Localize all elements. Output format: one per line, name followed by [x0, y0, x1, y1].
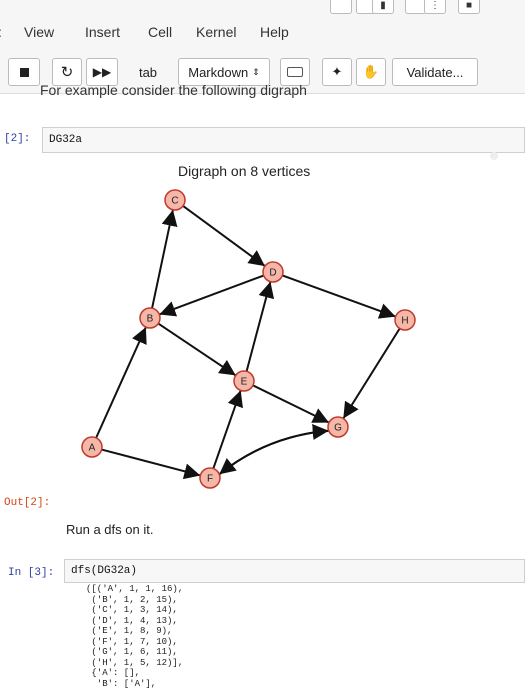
edge-E-D — [245, 281, 275, 372]
menu-item-edge: : — [0, 24, 2, 40]
stop-button[interactable] — [8, 58, 40, 86]
grid-icon[interactable]: ⋮ — [424, 0, 446, 14]
tab-label: tab — [138, 64, 158, 80]
menu-insert[interactable]: Insert — [85, 24, 120, 40]
output-line: ('E', 1, 8, 9), — [86, 626, 173, 636]
edge-A-F — [101, 448, 201, 480]
code-text: DG32a — [49, 134, 83, 146]
output-line: {'A': [], — [86, 668, 141, 678]
cell-dot — [490, 152, 498, 160]
magic-button[interactable]: ✦ — [322, 58, 352, 86]
stop-icon — [19, 67, 29, 77]
menubar: : View Insert Cell Kernel Help — [0, 14, 525, 52]
node-label-G: G — [334, 423, 342, 434]
output-line: 'B': ['A'], — [86, 678, 157, 689]
output-line: ('G', 1, 6, 11), — [86, 647, 178, 657]
output-line: ('F', 1, 7, 10), — [86, 636, 178, 647]
node-label-E: E — [241, 377, 248, 388]
edge-E-G — [252, 384, 330, 424]
code-text: dfs(DG32a) — [71, 565, 138, 577]
output-line: ('C', 1, 3, 14), — [86, 605, 178, 615]
digraph-plot: A B C D E F G H — [81, 189, 416, 489]
node-label-B: B — [147, 314, 154, 325]
edge-C-D — [182, 205, 266, 267]
output-line: ('B', 1, 2, 15), — [86, 594, 178, 605]
top-icon-strip: ▮ ⋮ ■ — [0, 0, 525, 14]
menu-help[interactable]: Help — [260, 24, 289, 40]
edge-B-C — [151, 209, 178, 309]
code-cell-3[interactable]: dfs(DG32a) — [64, 559, 525, 583]
magic-wand-icon: ✦ — [331, 64, 343, 79]
cell-type-value: Markdown — [188, 64, 249, 80]
edge-F-E — [212, 390, 243, 469]
graph-nodes: A B C D E F G H — [81, 189, 416, 489]
out-prompt-2: Out[2]: — [4, 497, 51, 509]
fast-forward-icon: ▶▶ — [92, 65, 112, 79]
markdown-text: Run a dfs on it. — [66, 522, 154, 537]
edge-B-E — [157, 322, 237, 377]
graph-edges — [95, 205, 401, 480]
edge-G-F — [218, 429, 329, 476]
node-label-A: A — [89, 443, 96, 454]
output-line: ([('A', 1, 1, 16), — [86, 584, 184, 594]
plot-title: Digraph on 8 vertices — [178, 163, 311, 179]
in-prompt-3: In [3]: — [8, 567, 55, 579]
refresh-icon: ↻ — [60, 64, 74, 81]
validate-label: Validate... — [406, 64, 464, 80]
edge-H-G — [342, 327, 401, 420]
code-cell-2[interactable]: DG32a — [42, 127, 525, 153]
validate-button[interactable]: Validate... — [392, 58, 478, 86]
node-label-H: H — [401, 316, 408, 327]
print-icon[interactable]: ■ — [458, 0, 480, 14]
menu-kernel[interactable]: Kernel — [196, 24, 236, 40]
node-label-C: C — [171, 196, 178, 207]
icon-button[interactable] — [330, 0, 352, 14]
hand-icon: ✋ — [362, 64, 380, 79]
keyboard-icon — [287, 67, 303, 77]
node-label-F: F — [207, 474, 213, 485]
markdown-text-truncated: For example consider the following digra… — [40, 82, 307, 98]
hand-button[interactable]: ✋ — [356, 58, 386, 86]
in-prompt-2: [2]: — [4, 133, 31, 145]
output-line: ('H', 1, 5, 12)], — [86, 657, 184, 668]
edge-A-B — [95, 326, 147, 439]
output-line: ('D', 1, 4, 13), — [86, 615, 178, 626]
chart-icon[interactable]: ▮ — [372, 0, 394, 14]
chevron-updown-icon: ⇕ — [252, 66, 260, 77]
edge-F-G — [218, 424, 329, 476]
edge-D-H — [282, 274, 396, 319]
node-label-D: D — [269, 268, 276, 279]
menu-view[interactable]: View — [24, 24, 54, 40]
edge-D-B — [159, 274, 264, 317]
menu-cell[interactable]: Cell — [148, 24, 172, 40]
